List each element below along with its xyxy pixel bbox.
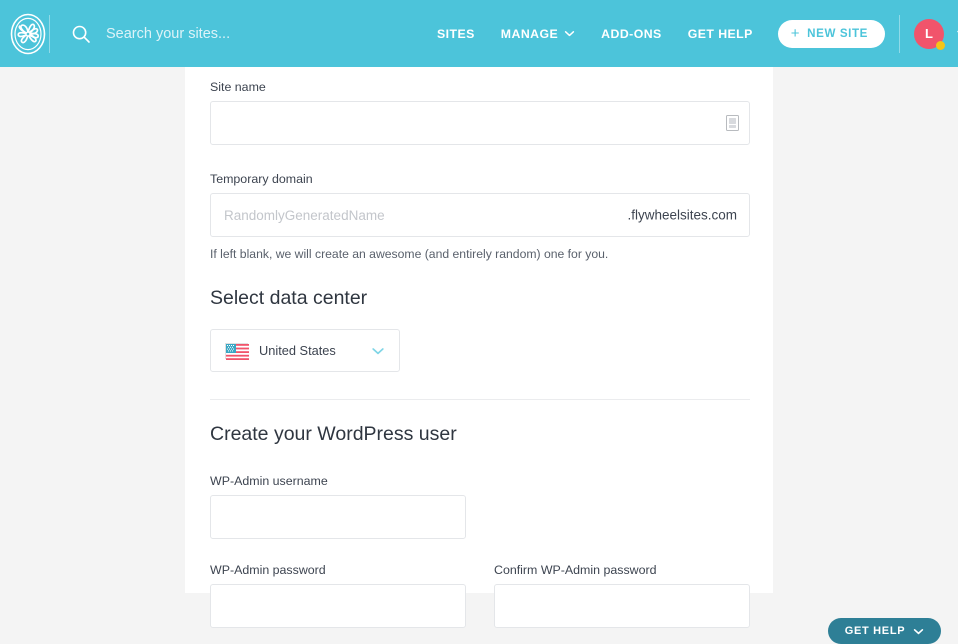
temporary-domain-helper: If left blank, we will create an awesome… — [210, 247, 609, 261]
wp-admin-username-label: WP-Admin username — [210, 474, 328, 488]
get-help-fab-label: GET HELP — [844, 625, 906, 637]
field-confirm-wp-admin-password: Confirm WP-Admin password — [494, 563, 750, 628]
header-divider-right — [899, 14, 901, 53]
section-wordpress-user: Create your WordPress user WP-Admin user… — [210, 423, 750, 628]
new-site-button-label: NEW SITE — [807, 27, 869, 40]
app-header: SITES MANAGE ADD-ONS GET HELP + NEW SITE… — [0, 0, 958, 67]
page-body: Site name Temporary domain RandomlyGener… — [0, 67, 958, 644]
nav-item-sites[interactable]: SITES — [424, 27, 488, 41]
flywheel-logo[interactable] — [7, 13, 49, 55]
avatar[interactable]: L — [914, 18, 946, 50]
search-icon — [68, 21, 94, 47]
section-divider — [210, 399, 750, 400]
get-help-chevron-down-icon — [913, 626, 924, 637]
data-center-select[interactable]: United States — [210, 329, 400, 372]
field-temporary-domain: Temporary domain .flywheelsites.com If l… — [210, 172, 750, 261]
primary-nav: SITES MANAGE ADD-ONS GET HELP + NEW SITE — [424, 19, 886, 48]
plus-icon: + — [790, 24, 801, 42]
password-field-row: WP-Admin password Confirm WP-Admin passw… — [210, 563, 750, 628]
account-area: L — [914, 18, 958, 50]
right-rail — [773, 67, 958, 593]
wp-admin-username-input[interactable] — [210, 495, 466, 539]
content-panel: Site name Temporary domain RandomlyGener… — [185, 67, 773, 628]
avatar-status-dot — [936, 40, 946, 50]
confirm-wp-admin-password-input[interactable] — [494, 584, 750, 628]
field-site-name: Site name — [210, 80, 750, 145]
section-data-center: Select data center United States — [210, 287, 750, 372]
site-name-label: Site name — [210, 80, 266, 94]
temporary-domain-suffix: .flywheelsites.com — [627, 207, 737, 223]
us-flag-icon — [225, 342, 249, 360]
nav-item-add-ons[interactable]: ADD-ONS — [588, 27, 675, 41]
temporary-domain-label: Temporary domain — [210, 172, 313, 186]
nav-item-add-ons-label: ADD-ONS — [601, 26, 662, 41]
nav-item-manage[interactable]: MANAGE — [488, 27, 588, 41]
field-wp-admin-username: WP-Admin username — [210, 474, 750, 539]
chevron-down-icon — [564, 28, 575, 39]
search-area — [50, 18, 424, 49]
flywheel-pinwheel-logo — [10, 13, 46, 54]
field-wp-admin-password: WP-Admin password — [210, 563, 466, 628]
confirm-wp-admin-password-label: Confirm WP-Admin password — [494, 563, 657, 577]
nav-item-get-help[interactable]: GET HELP — [675, 27, 766, 41]
nav-item-sites-label: SITES — [437, 26, 475, 41]
left-rail — [0, 67, 185, 593]
data-center-chevron-down-icon — [371, 344, 385, 358]
nav-item-get-help-label: GET HELP — [687, 26, 753, 41]
site-name-input[interactable] — [210, 101, 750, 145]
wordpress-user-heading: Create your WordPress user — [210, 423, 457, 445]
new-site-button[interactable]: + NEW SITE — [777, 19, 886, 48]
nav-item-manage-label: MANAGE — [500, 26, 559, 41]
wp-admin-password-label: WP-Admin password — [210, 563, 326, 577]
get-help-fab[interactable]: GET HELP — [828, 618, 941, 644]
search-input[interactable] — [94, 18, 424, 49]
data-center-heading: Select data center — [210, 287, 368, 309]
wp-admin-password-input[interactable] — [210, 584, 466, 628]
data-center-selected-value: United States — [259, 343, 336, 358]
